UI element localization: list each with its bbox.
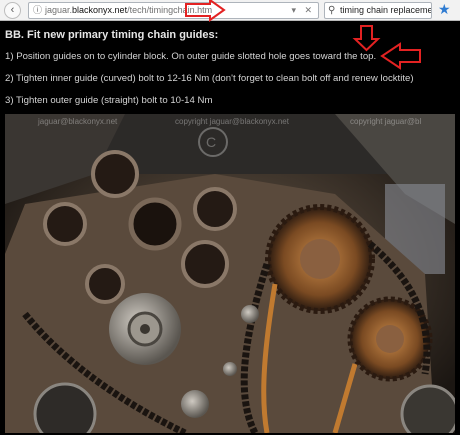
refresh-icon[interactable]: ▾ ✕ bbox=[291, 3, 315, 18]
url-host: blackonyx.net bbox=[72, 5, 128, 15]
info-icon[interactable]: ⓘ bbox=[33, 3, 42, 18]
search-icon: ⚲ bbox=[328, 5, 336, 16]
step-2: 2) Tighten inner guide (curved) bolt to … bbox=[5, 73, 414, 84]
back-button[interactable]: ‹ bbox=[4, 2, 21, 19]
page-content: BB. Fit new primary timing chain guides:… bbox=[0, 21, 460, 435]
engine-illustration: C bbox=[5, 114, 455, 433]
search-query: timing chain replacement bbox=[340, 5, 432, 15]
page-heading: BB. Fit new primary timing chain guides: bbox=[5, 29, 219, 41]
star-icon[interactable]: ★ bbox=[438, 1, 451, 18]
watermark-right: copyright jaguar@bl bbox=[350, 117, 422, 126]
url-path: /tech/timingchain.htm bbox=[127, 5, 213, 15]
engine-photo: C jaguar@blackonyx.net copyright jaguar@… bbox=[5, 114, 455, 433]
search-bar[interactable]: ⚲ timing chain replacement bbox=[324, 2, 432, 19]
address-bar[interactable]: ⓘ jaguar.blackonyx.net/tech/timingchain.… bbox=[28, 2, 319, 19]
url-text: jaguar.blackonyx.net/tech/timingchain.ht… bbox=[45, 3, 212, 18]
watermark-left: jaguar@blackonyx.net bbox=[38, 117, 118, 126]
watermark-center: copyright jaguar@blackonyx.net bbox=[175, 117, 289, 126]
svg-text:C: C bbox=[206, 134, 216, 150]
url-prefix: jaguar. bbox=[45, 5, 73, 15]
step-3: 3) Tighten outer guide (straight) bolt t… bbox=[5, 95, 213, 106]
browser-toolbar: ‹ ⓘ jaguar.blackonyx.net/tech/timingchai… bbox=[0, 0, 460, 21]
step-1: 1) Position guides on to cylinder block.… bbox=[5, 51, 377, 62]
